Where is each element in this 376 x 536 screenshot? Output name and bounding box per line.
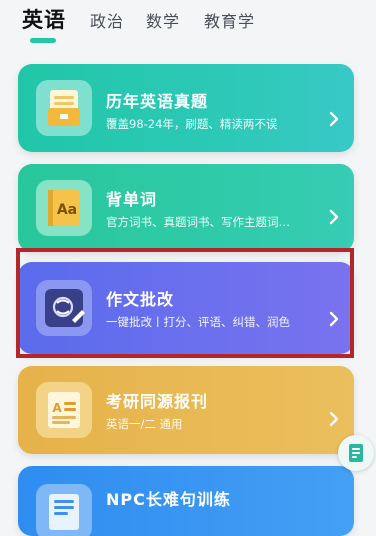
card-title: NPC长难句训练	[106, 490, 231, 509]
card-title: 历年英语真题	[106, 92, 209, 111]
card-subtitle: 一键批改丨打分、评语、纠错、润色	[106, 315, 290, 329]
active-tab-indicator	[30, 38, 56, 43]
card-vocabulary[interactable]: Aa 背单词 官方词书、真题词书、写作主题词…	[18, 164, 354, 252]
sentence-training-icon	[36, 484, 92, 536]
chevron-right-icon	[329, 111, 339, 127]
svg-text:A: A	[52, 401, 62, 415]
tab-politics[interactable]: 政治	[90, 8, 124, 32]
chevron-right-icon	[329, 311, 339, 327]
tab-education[interactable]: 教育学	[204, 8, 255, 32]
svg-text:Aa: Aa	[57, 202, 77, 218]
notes-icon	[349, 444, 363, 462]
card-title: 考研同源报刊	[106, 392, 209, 411]
document-icon	[36, 80, 92, 136]
newspaper-icon: A	[36, 382, 92, 438]
card-subtitle: 官方词书、真题词书、写作主题词…	[106, 215, 290, 229]
chevron-right-icon	[329, 411, 339, 427]
chevron-right-icon	[329, 209, 339, 225]
essay-correction-icon	[36, 280, 92, 336]
card-long-sentence-training[interactable]: NPC长难句训练	[18, 466, 354, 536]
card-newspapers[interactable]: A 考研同源报刊 英语一/二 通用	[18, 366, 354, 454]
card-essay-correction[interactable]: 作文批改 一键批改丨打分、评语、纠错、润色	[18, 262, 354, 354]
floating-notes-button[interactable]	[338, 435, 374, 471]
subject-tabs: 英语 政治 数学 教育学	[0, 0, 376, 52]
tab-english[interactable]: 英语	[22, 4, 66, 34]
card-past-exams[interactable]: 历年英语真题 覆盖98-24年，刷题、精读两不误	[18, 64, 354, 152]
card-title: 作文批改	[106, 290, 175, 309]
card-subtitle: 覆盖98-24年，刷题、精读两不误	[106, 117, 278, 131]
tab-math[interactable]: 数学	[146, 8, 180, 32]
card-title: 背单词	[106, 190, 158, 209]
vocabulary-book-icon: Aa	[36, 180, 92, 236]
card-subtitle: 英语一/二 通用	[106, 417, 183, 431]
